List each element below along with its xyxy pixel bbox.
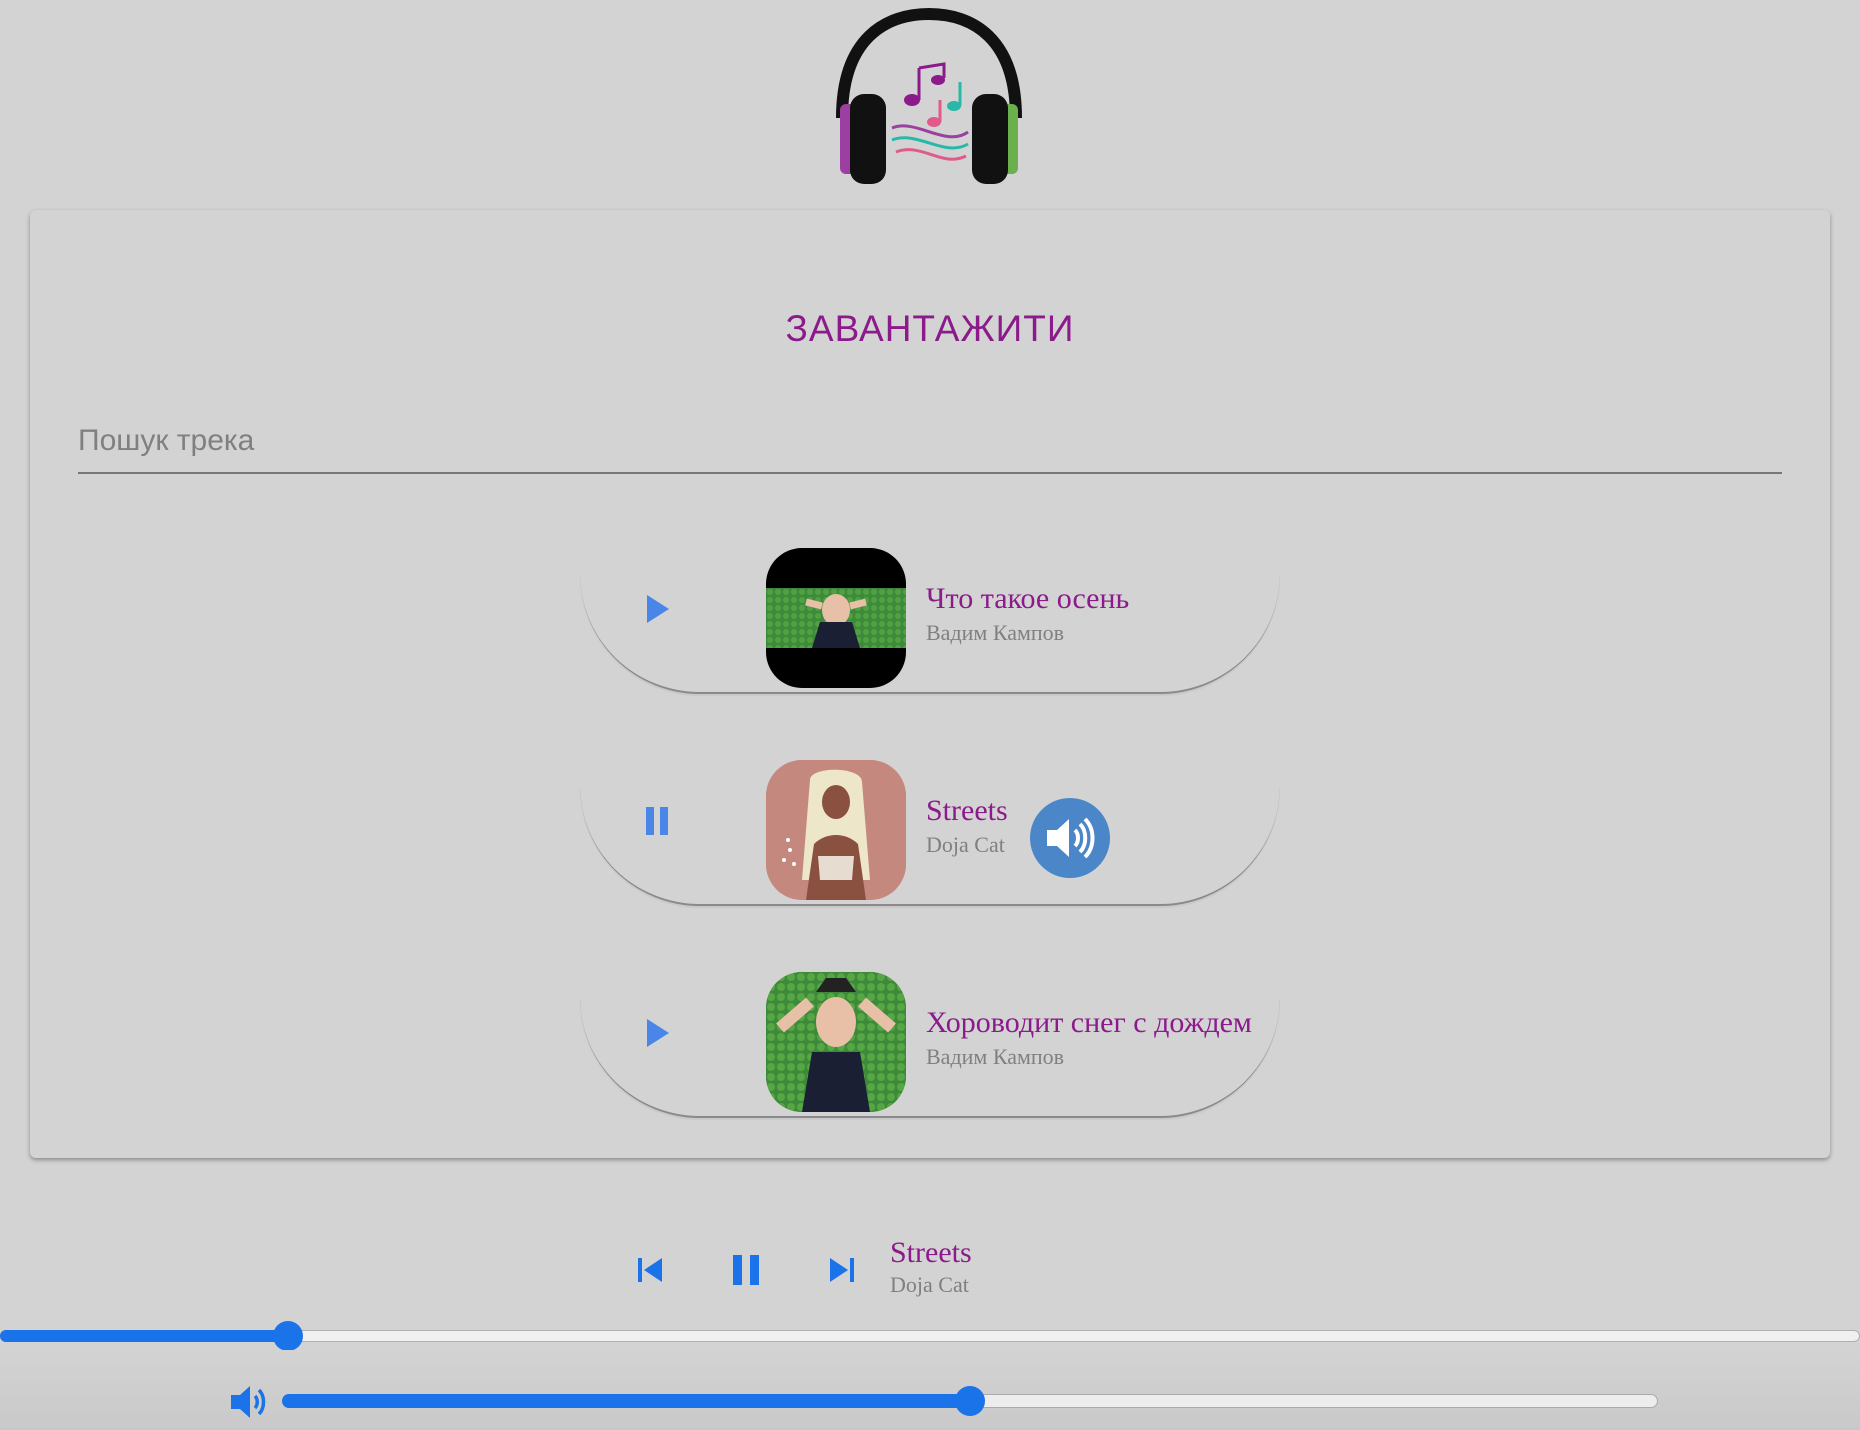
speaker-icon xyxy=(1047,817,1095,859)
volume-fill xyxy=(282,1394,970,1408)
track-title: Хороводит снег с дождем xyxy=(926,1006,1252,1039)
progress-fill xyxy=(0,1330,289,1342)
track-title: Что такое осень xyxy=(926,582,1130,615)
cover-image xyxy=(766,760,906,900)
track-item[interactable]: Streets Doja Cat xyxy=(580,746,1280,906)
play-button[interactable] xyxy=(632,1008,682,1058)
track-artist: Вадим Кампов xyxy=(926,620,1065,645)
track-cover xyxy=(766,760,906,900)
track-item[interactable]: Хороводит снег с дождем Вадим Кампов xyxy=(580,958,1280,1118)
headphones-logo xyxy=(826,7,1032,186)
volume-icon xyxy=(231,1386,266,1418)
now-playing-artist: Doja Cat xyxy=(890,1272,969,1297)
track-item[interactable]: Что такое осень Вадим Кампов xyxy=(580,534,1280,694)
next-track-button[interactable] xyxy=(816,1244,868,1296)
previous-track-icon xyxy=(638,1258,662,1282)
now-playing-indicator xyxy=(1030,798,1110,878)
player-bar: Streets Doja Cat xyxy=(0,1222,1860,1332)
track-cover xyxy=(766,972,906,1112)
track-artist: Doja Cat xyxy=(926,832,1005,857)
pause-icon xyxy=(646,807,668,835)
volume-button[interactable] xyxy=(228,1380,272,1424)
headphones-music-notes-logo-icon xyxy=(836,7,1022,184)
previous-track-button[interactable] xyxy=(624,1244,676,1296)
track-title: Streets xyxy=(926,794,1008,827)
pause-button[interactable] xyxy=(632,796,682,846)
pause-icon xyxy=(733,1255,759,1285)
play-button[interactable] xyxy=(632,584,682,634)
upload-button[interactable]: ЗАВАНТАЖИТИ xyxy=(30,308,1830,350)
search-field xyxy=(78,410,1782,474)
track-cover xyxy=(766,548,906,688)
progress-thumb[interactable] xyxy=(273,1321,304,1351)
tracks-card: ЗАВАНТАЖИТИ Что такое осень Вадим Кампов xyxy=(30,210,1830,1158)
next-track-icon xyxy=(830,1258,854,1282)
cover-image xyxy=(766,588,906,648)
now-playing-title: Streets xyxy=(890,1236,972,1269)
track-artist: Вадим Кампов xyxy=(926,1044,1065,1069)
pause-button[interactable] xyxy=(720,1244,772,1296)
play-icon xyxy=(647,1019,669,1047)
cover-image xyxy=(766,972,906,1112)
play-icon xyxy=(647,595,669,623)
volume-bar xyxy=(0,1350,1860,1430)
volume-thumb[interactable] xyxy=(955,1386,985,1416)
search-input[interactable] xyxy=(78,410,1782,472)
